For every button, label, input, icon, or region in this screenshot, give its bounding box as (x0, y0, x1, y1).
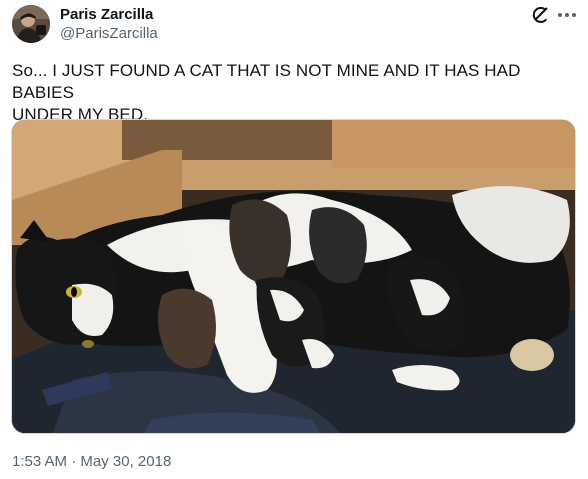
cat-with-kittens-photo (12, 120, 575, 433)
tweet-text-line-1: So... I JUST FOUND A CAT THAT IS NOT MIN… (12, 61, 521, 102)
tweet-time[interactable]: 1:53 AM (12, 453, 67, 470)
timestamp-separator: · (67, 453, 81, 470)
author-display-name[interactable]: Paris Zarcilla (60, 6, 153, 24)
tweet-timestamp[interactable]: 1:53 AM · May 30, 2018 (12, 453, 171, 471)
avatar-image (12, 5, 50, 43)
tweet-card: Paris Zarcilla @ParisZarcilla So... I JU… (0, 0, 588, 479)
tweet-date[interactable]: May 30, 2018 (80, 453, 171, 470)
author-avatar[interactable] (12, 5, 50, 43)
tweet-text: So... I JUST FOUND A CAT THAT IS NOT MIN… (12, 60, 576, 126)
more-options-icon[interactable] (556, 5, 578, 25)
author-handle[interactable]: @ParisZarcilla (60, 25, 158, 43)
tweet-photo[interactable] (11, 119, 576, 434)
grok-icon[interactable] (530, 5, 550, 25)
